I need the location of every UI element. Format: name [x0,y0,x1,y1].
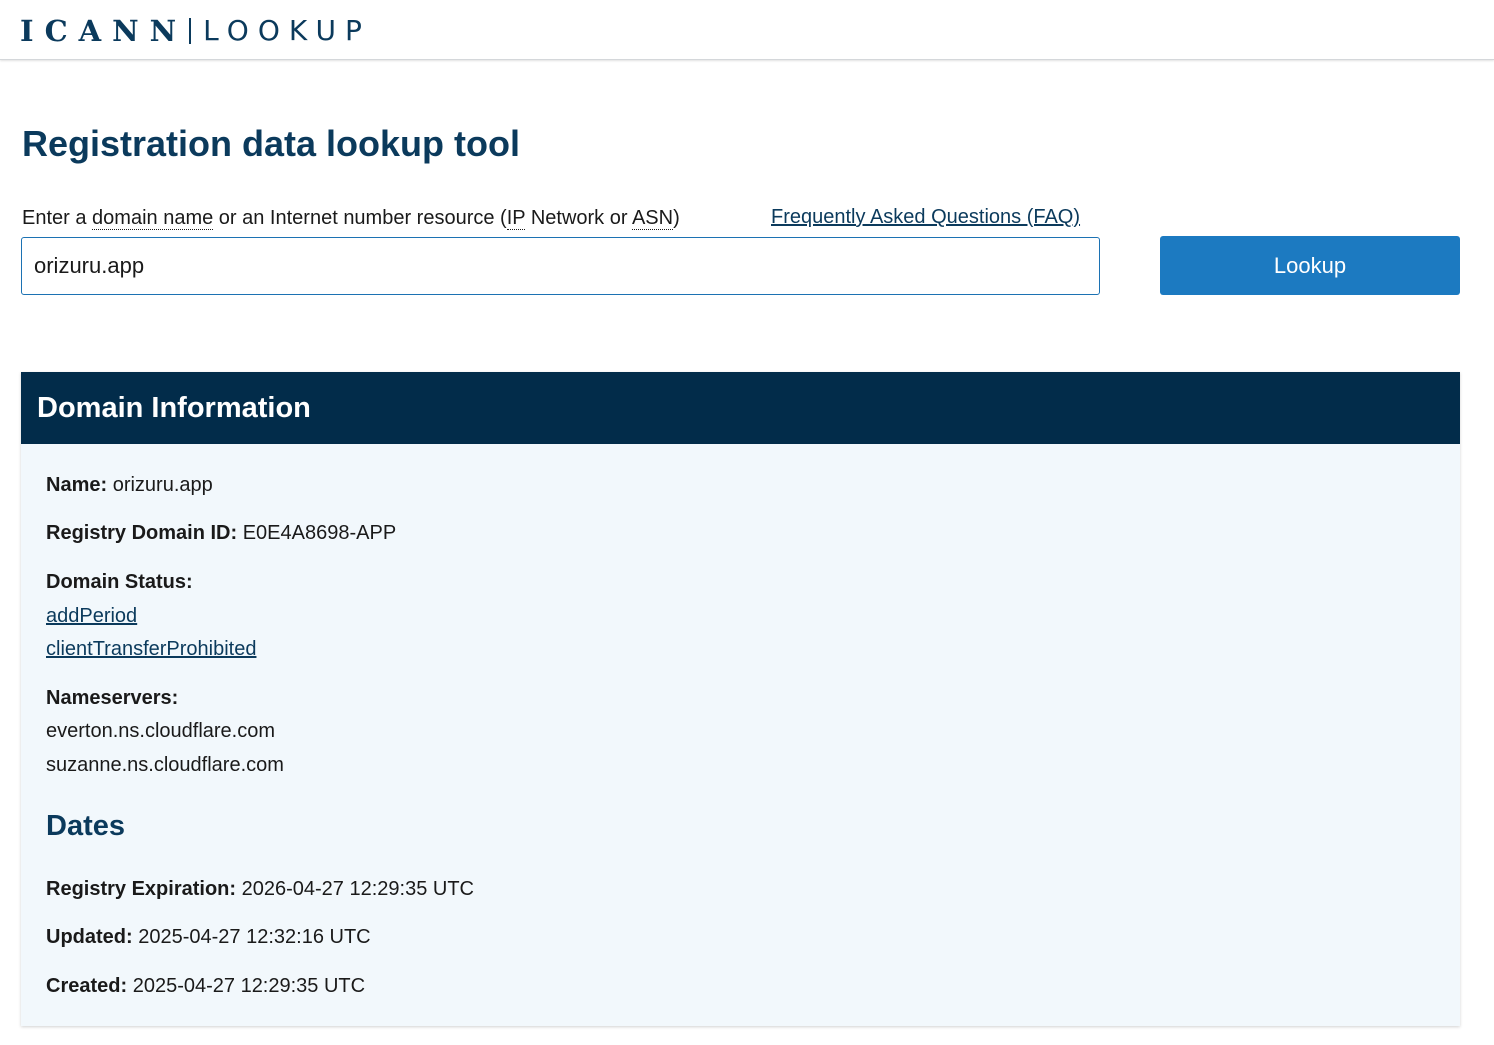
registry-domain-id-value: E0E4A8698-APP [242,522,397,544]
logo-brand-text: ICANN [20,14,188,48]
prompt-network: Network or [525,207,632,229]
domain-status-field: Domain Status: [46,569,193,595]
created-field: Created: 2025-04-27 12:29:35 UTC [46,973,365,999]
icann-lookup-logo[interactable]: ICANN LOOKUP [20,14,371,48]
domain-status-label: Domain Status: [46,571,193,593]
name-value: orizuru.app [112,474,213,496]
registry-expiration-label: Registry Expiration: [46,878,237,900]
registry-domain-id-field: Registry Domain ID: E0E4A8698-APP [46,520,396,546]
updated-value: 2025-04-27 12:32:16 UTC [138,926,371,948]
page-title: Registration data lookup tool [22,123,521,164]
updated-field: Updated: 2025-04-27 12:32:16 UTC [46,924,371,950]
domain-information-heading: Domain Information [37,392,311,424]
registry-expiration-value: 2026-04-27 12:29:35 UTC [241,878,474,900]
domain-information-panel: Domain Information Name: orizuru.app Reg… [21,372,1460,1026]
prompt-middle: or an Internet number resource ( [213,207,507,229]
search-prompt-label: Enter a domain name or an Internet numbe… [22,205,680,231]
ip-help-link[interactable]: IP [506,207,526,230]
domain-search-input[interactable] [21,237,1100,295]
nameserver-item: suzanne.ns.cloudflare.com [46,754,284,776]
faq-link[interactable]: Frequently Asked Questions (FAQ) [771,204,1080,230]
top-navigation-bar: ICANN LOOKUP [0,0,1494,60]
status-link-addperiod[interactable]: addPeriod [46,603,137,629]
domain-name-help-link[interactable]: domain name [92,207,214,230]
prompt-suffix: ) [673,207,680,229]
updated-label: Updated: [46,926,133,948]
prompt-prefix: Enter a [22,207,93,229]
domain-information-header: Domain Information [21,372,1460,444]
name-label: Name: [46,474,108,496]
name-field: Name: orizuru.app [46,472,213,498]
registry-domain-id-label: Registry Domain ID: [46,522,238,544]
status-link-clienttransferprohibited[interactable]: clientTransferProhibited [46,636,256,662]
created-value: 2025-04-27 12:29:35 UTC [132,975,366,997]
lookup-button[interactable]: Lookup [1160,236,1460,295]
asn-help-link[interactable]: ASN [631,207,674,230]
nameservers-field: Nameservers: [46,685,178,711]
logo-product-text: LOOKUP [203,14,371,47]
registry-expiration-field: Registry Expiration: 2026-04-27 12:29:35… [46,876,474,902]
nameservers-label: Nameservers: [46,687,179,709]
dates-heading: Dates [46,810,125,842]
created-label: Created: [46,975,128,997]
nameserver-item: everton.ns.cloudflare.com [46,720,276,742]
logo-divider [189,18,192,44]
